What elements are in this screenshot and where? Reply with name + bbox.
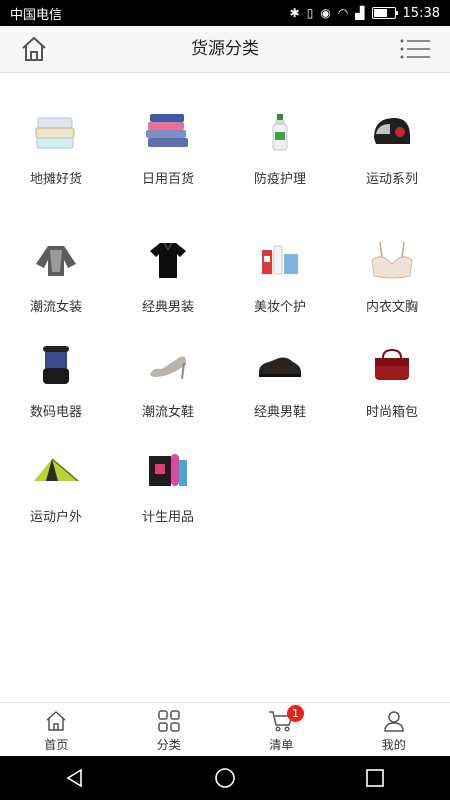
nav-label: 我的 bbox=[381, 738, 406, 752]
category-label: 数码电器 bbox=[29, 405, 82, 420]
high-heel-icon bbox=[143, 343, 193, 387]
tent-icon bbox=[31, 448, 81, 492]
bra-icon bbox=[367, 238, 417, 282]
battery-icon bbox=[371, 7, 398, 19]
vibrate-icon: ▯ bbox=[306, 6, 314, 20]
category-item-jingdiannanzhuang[interactable]: 经典男装 bbox=[112, 238, 224, 315]
womens-jacket-icon bbox=[31, 238, 81, 282]
nav-label: 分类 bbox=[156, 738, 181, 752]
carrier-label: 中国电信 bbox=[10, 7, 63, 23]
category-label: 日用百货 bbox=[141, 172, 194, 187]
user-icon bbox=[338, 709, 450, 733]
helmet-icon bbox=[367, 110, 417, 154]
page-title: 货源分类 bbox=[191, 39, 259, 59]
list-menu-icon[interactable] bbox=[399, 36, 431, 62]
category-label: 时尚箱包 bbox=[365, 405, 418, 420]
adult-products-icon bbox=[143, 448, 193, 492]
mens-polo-icon bbox=[143, 238, 193, 282]
home-circle-icon[interactable] bbox=[210, 763, 240, 793]
category-label: 计生用品 bbox=[141, 510, 194, 525]
category-item-jishengyongpin[interactable]: 计生用品 bbox=[112, 448, 224, 525]
towels-icon bbox=[143, 110, 193, 154]
category-item-fangyihuli[interactable]: 防疫护理 bbox=[224, 110, 336, 187]
category-item-ditanhaohuo[interactable]: 地摊好货 bbox=[0, 110, 112, 187]
nav-item-profile[interactable]: 我的 bbox=[338, 703, 450, 757]
wifi-icon: ◠ bbox=[337, 6, 349, 20]
category-item-yundonghuwai[interactable]: 运动户外 bbox=[0, 448, 112, 525]
category-item-shishangxiangbao[interactable]: 时尚箱包 bbox=[336, 343, 448, 420]
category-item-yundongxilie[interactable]: 运动系列 bbox=[336, 110, 448, 187]
handbag-icon bbox=[367, 343, 417, 387]
mosquito-lamp-icon bbox=[31, 343, 81, 387]
storage-baskets-icon bbox=[31, 110, 81, 154]
category-item-meizhuanggehu[interactable]: 美妆个护 bbox=[224, 238, 336, 315]
recents-icon[interactable] bbox=[360, 763, 390, 793]
category-label: 经典男装 bbox=[141, 300, 194, 315]
category-item-chaoliunvzhuang[interactable]: 潮流女装 bbox=[0, 238, 112, 315]
nav-label: 首页 bbox=[44, 738, 69, 752]
nav-item-home[interactable]: 首页 bbox=[0, 703, 113, 757]
category-item-shumadianqi[interactable]: 数码电器 bbox=[0, 343, 112, 420]
system-nav-bar bbox=[0, 756, 450, 800]
category-label: 地摊好货 bbox=[29, 172, 82, 187]
cart-count-badge: 1 bbox=[287, 705, 304, 722]
cart-icon bbox=[225, 709, 338, 733]
category-item-chaoliunvxie[interactable]: 潮流女鞋 bbox=[112, 343, 224, 420]
status-bar: 中国电信 ✱ ▯ ◉ ◠ ▟ 15:38 bbox=[0, 0, 450, 26]
clock-label: 15:38 bbox=[402, 5, 440, 21]
status-icons: ✱ ▯ ◉ ◠ ▟ 15:38 bbox=[290, 6, 450, 21]
category-label: 经典男鞋 bbox=[253, 405, 306, 420]
spray-bottle-icon bbox=[255, 110, 305, 154]
eye-icon: ◉ bbox=[320, 6, 331, 20]
category-item-riyongbaihuo[interactable]: 日用百货 bbox=[112, 110, 224, 187]
bottom-nav: 首页 分类 1 清单 我的 bbox=[0, 702, 450, 757]
category-label: 内衣文胸 bbox=[365, 300, 418, 315]
category-label: 美妆个护 bbox=[253, 300, 306, 315]
nav-item-category[interactable]: 分类 bbox=[113, 703, 226, 757]
category-label: 潮流女装 bbox=[29, 300, 82, 315]
category-label: 防疫护理 bbox=[253, 172, 306, 187]
app-header: 货源分类 bbox=[0, 26, 450, 73]
bluetooth-icon: ✱ bbox=[289, 6, 300, 20]
home-icon bbox=[0, 709, 113, 733]
nav-label: 清单 bbox=[269, 738, 294, 752]
category-label: 运动系列 bbox=[365, 172, 418, 187]
category-label: 运动户外 bbox=[29, 510, 82, 525]
category-item-jingdiannanxie[interactable]: 经典男鞋 bbox=[224, 343, 336, 420]
back-icon[interactable] bbox=[60, 763, 90, 793]
signal-icon: ▟ bbox=[355, 6, 365, 20]
category-label: 潮流女鞋 bbox=[141, 405, 194, 420]
mens-shoe-icon bbox=[255, 343, 305, 387]
category-item-neiyiwenxiong[interactable]: 内衣文胸 bbox=[336, 238, 448, 315]
cosmetics-icon bbox=[255, 238, 305, 282]
category-grid-icon bbox=[113, 709, 226, 733]
nav-item-cart[interactable]: 1 清单 bbox=[225, 703, 338, 757]
